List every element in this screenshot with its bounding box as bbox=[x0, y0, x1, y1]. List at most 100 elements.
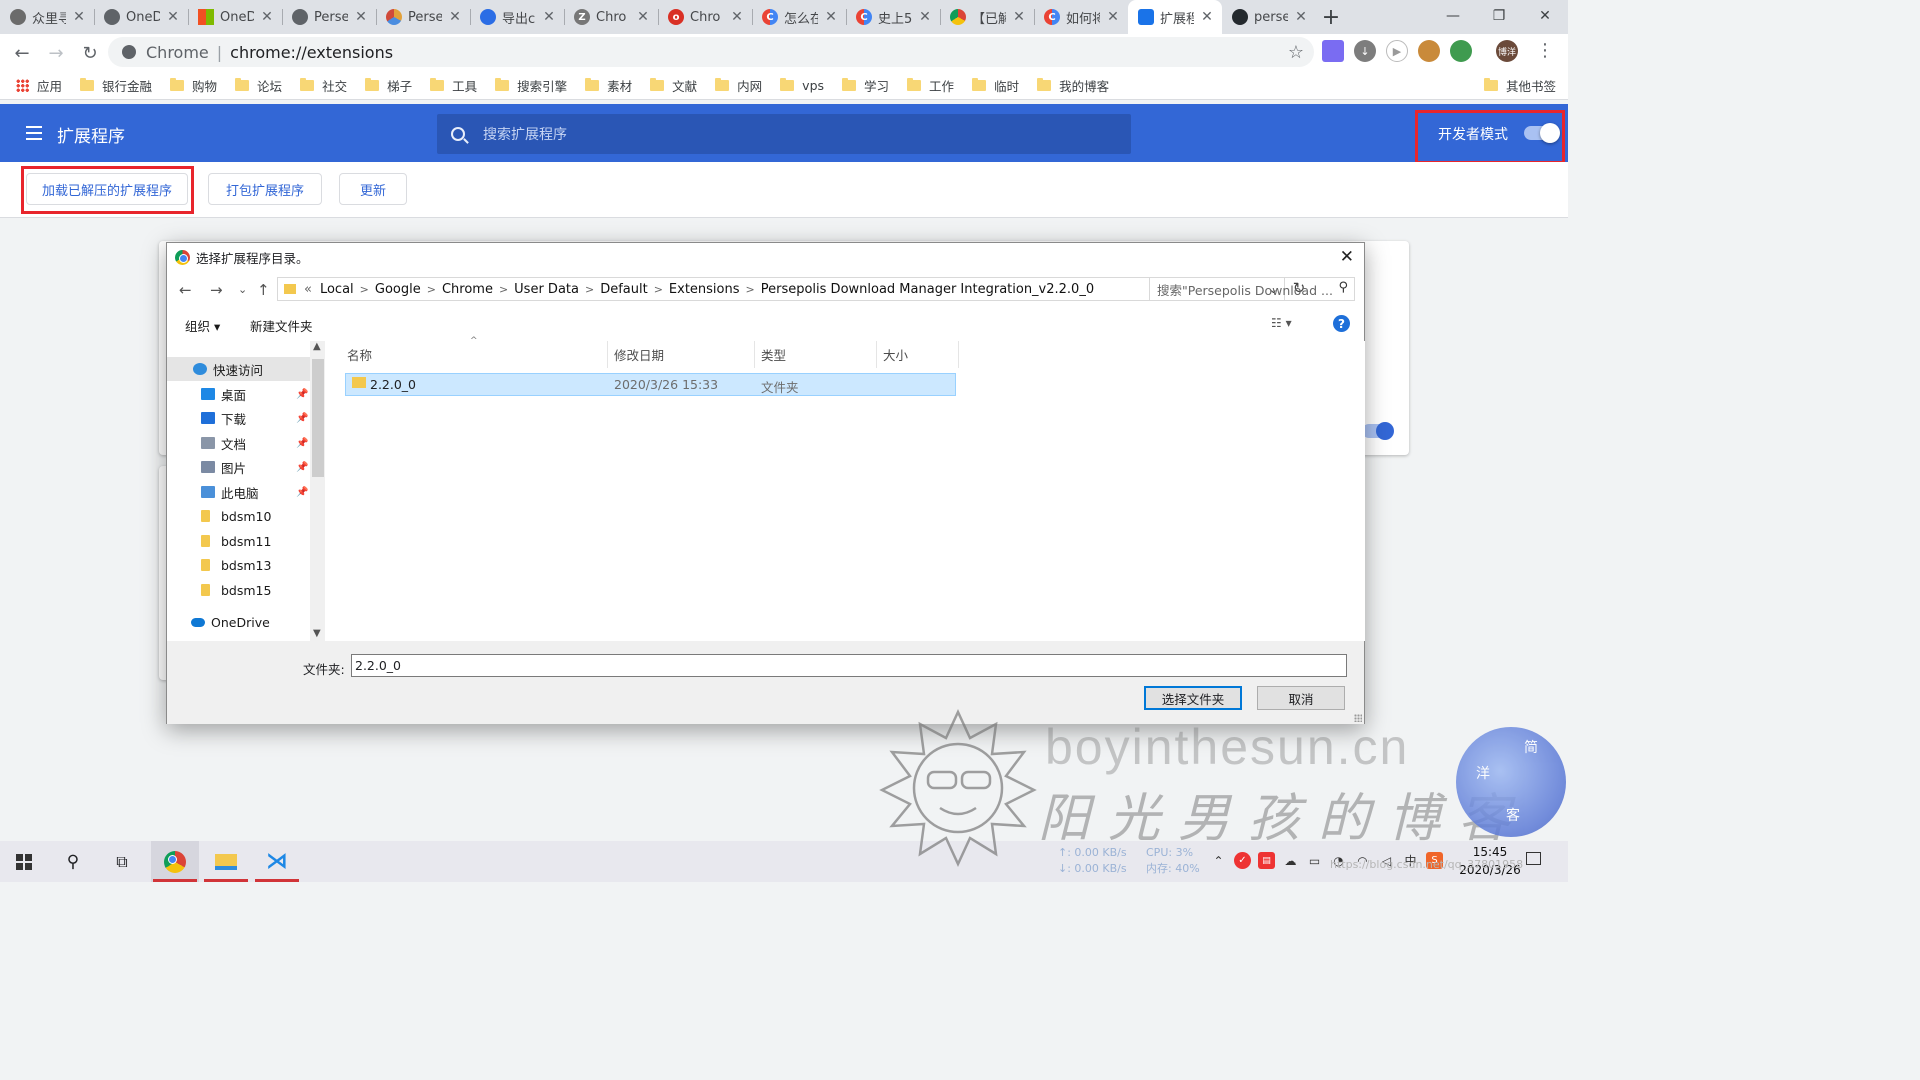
nav-item-this-pc[interactable]: 此电脑 📌 bbox=[167, 480, 310, 504]
tab-close-icon[interactable]: ✕ bbox=[1106, 9, 1120, 25]
bookmark-folder[interactable]: 银行金融 bbox=[80, 76, 152, 95]
notification-icon[interactable] bbox=[1526, 852, 1541, 865]
tab-close-icon[interactable]: ✕ bbox=[354, 9, 368, 25]
nav-item-onedrive[interactable]: OneDrive bbox=[167, 610, 310, 634]
breadcrumb-item[interactable]: Extensions bbox=[669, 282, 740, 297]
avatar[interactable]: 博洋 bbox=[1496, 40, 1518, 62]
download-extension-icon[interactable]: ↓ bbox=[1354, 40, 1376, 62]
bookmark-apps[interactable]: 应用 bbox=[16, 76, 62, 95]
dialog-close-button[interactable]: ✕ bbox=[1340, 247, 1354, 267]
new-tab-button[interactable]: + bbox=[1316, 0, 1346, 34]
bookmark-folder[interactable]: 工具 bbox=[430, 76, 477, 95]
tab-close-icon[interactable]: ✕ bbox=[1200, 9, 1214, 25]
tab-close-icon[interactable]: ✕ bbox=[1294, 9, 1308, 25]
browser-tab[interactable]: 【已解 ✕ bbox=[940, 0, 1034, 34]
tab-close-icon[interactable]: ✕ bbox=[1012, 9, 1026, 25]
bookmark-folder[interactable]: 购物 bbox=[170, 76, 217, 95]
search-button[interactable]: ⚲ bbox=[49, 841, 97, 882]
dialog-path-bar[interactable]: « Local > Google > Chrome > User Data > Defa… bbox=[277, 277, 1285, 301]
new-folder-button[interactable]: 新建文件夹 bbox=[250, 316, 313, 335]
tab-close-icon[interactable]: ✕ bbox=[260, 9, 274, 25]
bookmark-folder[interactable]: 论坛 bbox=[235, 76, 282, 95]
browser-tab[interactable]: C 史上5 ✕ bbox=[846, 0, 940, 34]
chevron-right-icon[interactable]: > bbox=[585, 283, 594, 296]
nav-scrollbar-thumb[interactable] bbox=[312, 359, 324, 477]
chevron-up-icon[interactable]: ⌃ bbox=[1210, 852, 1227, 869]
bookmark-folder[interactable]: 我的博客 bbox=[1037, 76, 1109, 95]
tab-close-icon[interactable]: ✕ bbox=[448, 9, 462, 25]
tab-close-icon[interactable]: ✕ bbox=[636, 9, 650, 25]
nav-item-documents[interactable]: 文档 📌 bbox=[167, 431, 310, 455]
close-window-button[interactable]: ✕ bbox=[1522, 0, 1568, 32]
folder-name-input[interactable]: 2.2.0_0 bbox=[351, 654, 1347, 677]
browser-tab[interactable]: C 怎么在 ✕ bbox=[752, 0, 846, 34]
menu-icon[interactable] bbox=[26, 126, 42, 140]
taskbar-vscode[interactable]: ⋊ bbox=[253, 841, 301, 882]
scroll-up-icon[interactable]: ▲ bbox=[313, 341, 321, 352]
bookmark-star-icon[interactable]: ☆ bbox=[1288, 42, 1304, 63]
organize-menu[interactable]: 组织 ▾ bbox=[185, 316, 220, 335]
cloud-tray-icon[interactable]: ☁ bbox=[1282, 852, 1299, 869]
other-bookmarks[interactable]: 其他书签 bbox=[1483, 76, 1556, 95]
browser-tab[interactable]: C 如何将 ✕ bbox=[1034, 0, 1128, 34]
forward-arrow-icon[interactable]: → bbox=[210, 281, 223, 299]
extension-enable-toggle[interactable] bbox=[1362, 422, 1394, 440]
browser-tab[interactable]: 众里寻 ✕ bbox=[0, 0, 94, 34]
tab-close-icon[interactable]: ✕ bbox=[166, 9, 180, 25]
task-view-button[interactable]: ⧉ bbox=[98, 841, 146, 882]
back-button[interactable]: ← bbox=[6, 37, 38, 69]
taskbar-chrome[interactable] bbox=[151, 841, 199, 882]
select-folder-button[interactable]: 选择文件夹 bbox=[1144, 686, 1242, 710]
bookmark-folder[interactable]: 搜索引擎 bbox=[495, 76, 567, 95]
breadcrumb-item[interactable]: Local bbox=[320, 282, 354, 297]
battery-icon[interactable]: ▭ bbox=[1306, 852, 1323, 869]
view-options-icon[interactable]: ☷ ▾ bbox=[1271, 316, 1292, 330]
tab-close-icon[interactable]: ✕ bbox=[730, 9, 744, 25]
nav-item-folder[interactable]: bdsm13 bbox=[167, 553, 310, 577]
browser-tab[interactable]: OneD ✕ bbox=[188, 0, 282, 34]
bookmark-folder[interactable]: 梯子 bbox=[365, 76, 412, 95]
play-extension-icon[interactable]: ▶ bbox=[1386, 40, 1408, 62]
bookmark-folder[interactable]: 文献 bbox=[650, 76, 697, 95]
nav-item-downloads[interactable]: 下载 📌 bbox=[167, 406, 310, 430]
minimize-button[interactable]: — bbox=[1430, 0, 1476, 32]
browser-tab[interactable]: OneD ✕ bbox=[94, 0, 188, 34]
start-button[interactable] bbox=[0, 841, 48, 882]
path-overflow[interactable]: « bbox=[304, 282, 312, 297]
browser-tab-active[interactable]: 扩展程 ✕ bbox=[1128, 0, 1222, 34]
browser-menu-button[interactable]: ⋮ bbox=[1536, 40, 1554, 61]
reload-button[interactable]: ↻ bbox=[74, 37, 106, 69]
maximize-button[interactable]: ❐ bbox=[1476, 0, 1522, 32]
bookmark-folder[interactable]: 内网 bbox=[715, 76, 762, 95]
dialog-search-input[interactable]: 搜索"Persepolis Download ... ⚲ bbox=[1149, 277, 1355, 301]
up-arrow-icon[interactable]: ↑ bbox=[257, 281, 270, 299]
bookmark-folder[interactable]: 工作 bbox=[907, 76, 954, 95]
tab-close-icon[interactable]: ✕ bbox=[72, 9, 86, 25]
recent-dropdown-icon[interactable]: ⌄ bbox=[238, 283, 247, 296]
breadcrumb-item[interactable]: Chrome bbox=[442, 282, 493, 297]
chevron-right-icon[interactable]: > bbox=[360, 283, 369, 296]
browser-tab[interactable]: Perse ✕ bbox=[282, 0, 376, 34]
bookmark-folder[interactable]: vps bbox=[780, 78, 824, 93]
back-arrow-icon[interactable]: ← bbox=[179, 281, 192, 299]
browser-tab[interactable]: Perse ✕ bbox=[376, 0, 470, 34]
chevron-right-icon[interactable]: > bbox=[499, 283, 508, 296]
nav-item-desktop[interactable]: 桌面 📌 bbox=[167, 382, 310, 406]
chevron-right-icon[interactable]: > bbox=[746, 283, 755, 296]
pack-extension-button[interactable]: 打包扩展程序 bbox=[208, 173, 322, 205]
tab-close-icon[interactable]: ✕ bbox=[542, 9, 556, 25]
vivaldi-tray-icon[interactable]: ✓ bbox=[1234, 852, 1251, 869]
chevron-right-icon[interactable]: > bbox=[427, 283, 436, 296]
browser-tab[interactable]: perse ✕ bbox=[1222, 0, 1316, 34]
bookmark-folder[interactable]: 社交 bbox=[300, 76, 347, 95]
breadcrumb-item[interactable]: Persepolis Download Manager Integration_… bbox=[761, 282, 1094, 297]
breadcrumb-item[interactable]: Google bbox=[375, 282, 421, 297]
address-bar[interactable]: Chrome | chrome://extensions ☆ bbox=[108, 37, 1314, 67]
cookie-extension-icon[interactable] bbox=[1418, 40, 1440, 62]
bookmark-folder[interactable]: 临时 bbox=[972, 76, 1019, 95]
tab-close-icon[interactable]: ✕ bbox=[824, 9, 838, 25]
browser-tab[interactable]: 导出c ✕ bbox=[470, 0, 564, 34]
file-row-selected[interactable]: 2.2.0_0 2020/3/26 15:33 文件夹 bbox=[345, 373, 956, 396]
column-header-size[interactable]: 大小 bbox=[877, 341, 959, 368]
bookmark-folder[interactable]: 学习 bbox=[842, 76, 889, 95]
